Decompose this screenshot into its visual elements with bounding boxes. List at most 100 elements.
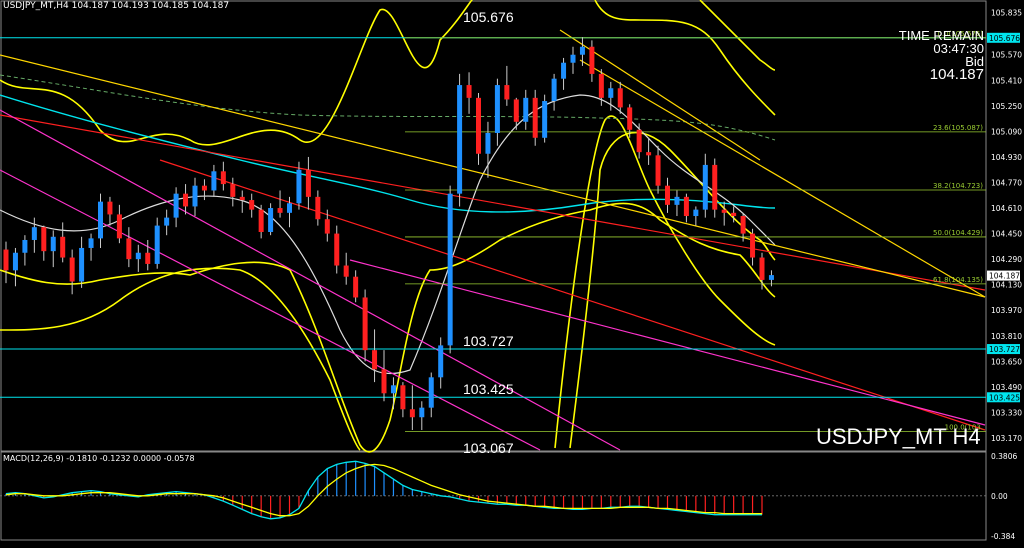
candle-body-71 bbox=[674, 196, 680, 205]
price-tick-7: 104.610 bbox=[991, 204, 1022, 213]
candle-body-79 bbox=[750, 233, 756, 258]
level-label-low: 103.067 bbox=[463, 440, 514, 456]
price-tick-16: 103.170 bbox=[991, 434, 1022, 443]
candle-body-32 bbox=[305, 169, 311, 197]
price-tick-11: 103.970 bbox=[991, 306, 1022, 315]
macd-tick-2: -0.384 bbox=[991, 532, 1015, 541]
candle-body-29 bbox=[277, 208, 283, 213]
candle-body-36 bbox=[343, 265, 349, 277]
candle-body-57 bbox=[542, 101, 548, 138]
candle-body-81 bbox=[768, 275, 774, 280]
price-tick-13: 103.650 bbox=[991, 357, 1022, 366]
candle-body-48 bbox=[457, 85, 463, 194]
candle-body-63 bbox=[598, 73, 604, 98]
candle-body-33 bbox=[315, 196, 321, 220]
price-tick-9: 104.290 bbox=[991, 255, 1022, 264]
candle-body-53 bbox=[504, 85, 510, 100]
candle-body-61 bbox=[579, 46, 585, 55]
candle-body-72 bbox=[683, 196, 689, 217]
ma-dashed bbox=[0, 74, 776, 141]
bollinger-cross-1 bbox=[554, 115, 776, 449]
candle-body-12 bbox=[116, 214, 122, 239]
candle-body-68 bbox=[646, 152, 652, 156]
candle-body-39 bbox=[372, 350, 378, 370]
candle-body-51 bbox=[485, 132, 491, 154]
price-tick-8: 104.450 bbox=[991, 230, 1022, 239]
candle-body-56 bbox=[532, 97, 538, 138]
fib-label-4: 61.8(104.135) bbox=[933, 276, 983, 284]
fib-label-3: 50.0(104.429) bbox=[933, 229, 983, 237]
candle-body-73 bbox=[693, 209, 699, 217]
bollinger-lower bbox=[0, 202, 776, 453]
candle-body-24 bbox=[230, 184, 236, 197]
price-axis: 105.835 105.570 105.410 105.250 105.090 104.9… bbox=[987, 8, 1022, 443]
candle-body-65 bbox=[617, 88, 623, 108]
candle-body-27 bbox=[258, 209, 264, 232]
candle-body-50 bbox=[476, 97, 481, 154]
fib-label-2: 38.2(104.723) bbox=[933, 182, 983, 190]
price-tag-2: 103.727 bbox=[989, 345, 1020, 354]
macd-tick-0: 0.3806 bbox=[991, 452, 1017, 461]
candle-body-67 bbox=[636, 129, 642, 153]
candle-body-80 bbox=[759, 257, 765, 280]
candle-body-43 bbox=[409, 409, 415, 418]
candle-body-59 bbox=[561, 62, 567, 79]
macd-indicator: 0.3806 0.00 -0.384 bbox=[0, 452, 1017, 541]
candle-body-35 bbox=[334, 233, 340, 266]
candle-body-44 bbox=[419, 407, 425, 418]
candle-body-20 bbox=[192, 185, 198, 207]
price-tick-1: 105.570 bbox=[991, 51, 1022, 60]
moving-averages bbox=[0, 74, 776, 375]
candle-body-6 bbox=[60, 236, 66, 258]
candle-body-3 bbox=[31, 227, 37, 240]
candle-body-78 bbox=[740, 216, 746, 234]
candle-body-14 bbox=[135, 252, 141, 260]
candle-body-54 bbox=[513, 99, 519, 122]
candle-body-38 bbox=[362, 297, 368, 351]
candle-body-52 bbox=[494, 85, 500, 133]
candle-body-64 bbox=[608, 88, 614, 98]
candle-body-46 bbox=[438, 345, 444, 378]
macd-tick-1: 0.00 bbox=[991, 492, 1008, 501]
price-chart[interactable]: 0.0(105.676)23.6(105.087)38.2(104.723)50… bbox=[0, 0, 1024, 548]
candle-body-74 bbox=[702, 164, 708, 210]
candle-body-45 bbox=[428, 377, 434, 408]
candle-body-37 bbox=[353, 276, 359, 298]
level-label-high: 105.676 bbox=[463, 9, 514, 25]
ma-cyan bbox=[0, 94, 776, 213]
bollinger-lower-2 bbox=[0, 267, 361, 451]
candle-body-76 bbox=[721, 209, 727, 213]
candle-body-4 bbox=[41, 227, 47, 252]
candle-body-10 bbox=[98, 201, 103, 239]
candle-body-49 bbox=[466, 85, 472, 98]
candle-body-26 bbox=[249, 200, 255, 210]
candle-body-17 bbox=[164, 217, 170, 226]
candle-body-70 bbox=[665, 185, 670, 205]
candle-body-1 bbox=[12, 252, 18, 271]
price-tick-3: 105.250 bbox=[991, 102, 1022, 111]
candle-body-60 bbox=[570, 54, 576, 63]
candle-body-31 bbox=[296, 169, 302, 204]
level-label-mid2: 103.425 bbox=[463, 381, 514, 397]
candle-body-18 bbox=[173, 193, 179, 218]
candle-body-8 bbox=[79, 247, 85, 282]
fibonacci-levels: 0.0(105.676)23.6(105.087)38.2(104.723)50… bbox=[405, 30, 986, 433]
price-tag-0: 105.676 bbox=[989, 34, 1020, 43]
bollinger-far-upper-2 bbox=[699, 0, 776, 71]
candle-body-25 bbox=[239, 196, 245, 201]
bid-value: 104.187 bbox=[929, 66, 984, 83]
level-label-mid1: 103.727 bbox=[463, 333, 514, 349]
price-tag-1: 104.187 bbox=[989, 272, 1020, 281]
trend-line-red-2 bbox=[159, 159, 986, 431]
price-tick-6: 104.770 bbox=[991, 178, 1022, 187]
candle-body-41 bbox=[390, 385, 396, 394]
candle-body-2 bbox=[22, 239, 28, 253]
bollinger-cross-2 bbox=[569, 131, 776, 449]
trend-line-yellow-2 bbox=[579, 59, 986, 298]
candle-body-22 bbox=[211, 171, 217, 191]
candle-body-55 bbox=[523, 97, 529, 122]
price-tag-3: 103.425 bbox=[989, 393, 1020, 402]
fib-label-1: 23.6(105.087) bbox=[933, 124, 983, 132]
candle-body-11 bbox=[107, 201, 113, 215]
price-tick-2: 105.410 bbox=[991, 76, 1022, 85]
